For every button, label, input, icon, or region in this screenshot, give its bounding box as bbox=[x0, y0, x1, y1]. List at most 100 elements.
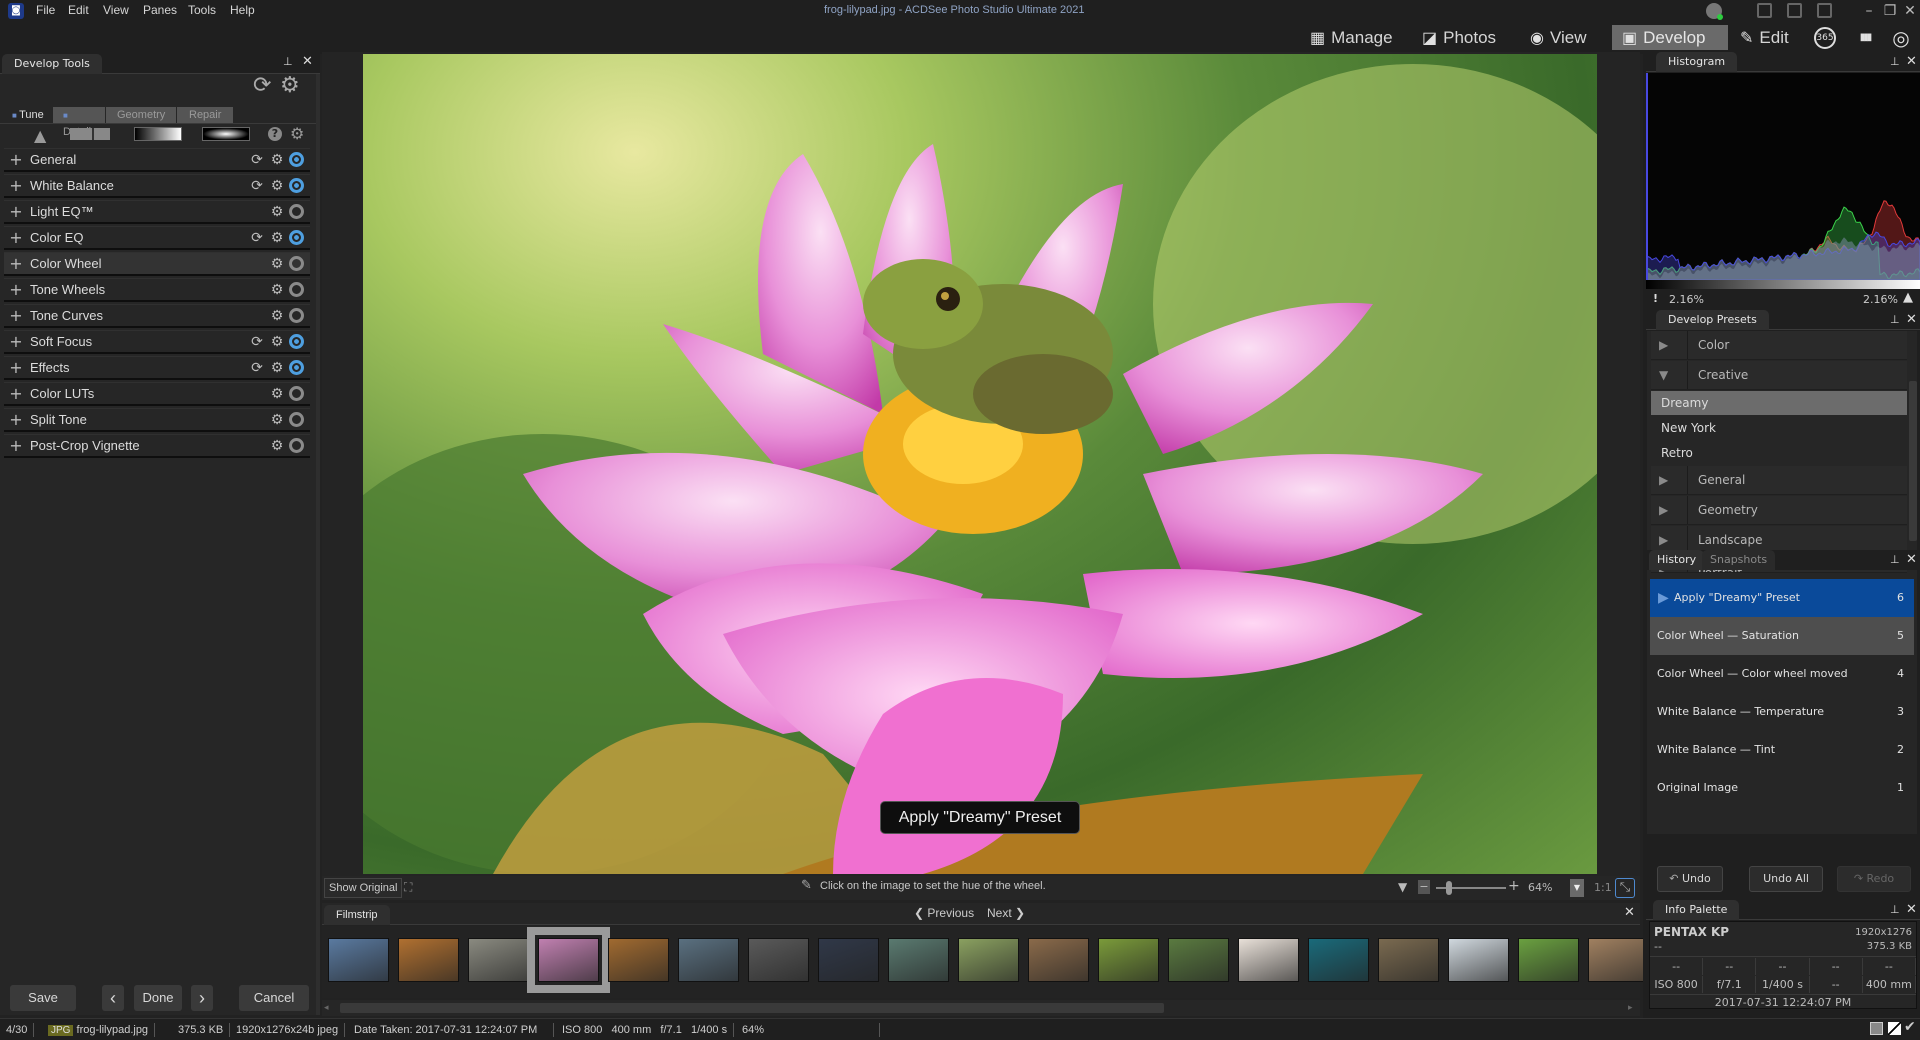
zoom-menu-icon[interactable]: ▼ bbox=[1398, 880, 1407, 894]
filmstrip-thumb-pug-bw[interactable] bbox=[748, 938, 809, 982]
expand-icon[interactable]: + bbox=[8, 437, 24, 454]
settings-icon[interactable]: ⚙ bbox=[267, 384, 287, 404]
tool-row-soft-focus[interactable]: + Soft Focus ⟳ ⚙ bbox=[4, 330, 310, 354]
settings-menu-icon[interactable]: ⚙ bbox=[280, 74, 306, 98]
preset-group-color[interactable]: ▶ Color bbox=[1651, 331, 1907, 360]
mode-edit[interactable]: ✎ Edit bbox=[1730, 25, 1799, 50]
close-icon[interactable]: ✕ bbox=[302, 54, 313, 69]
filmstrip-thumb-tigers[interactable] bbox=[608, 938, 669, 982]
history-item[interactable]: White Balance — Temperature 3 bbox=[1650, 693, 1914, 731]
tool-settings-icon[interactable]: ⚙ bbox=[290, 124, 304, 143]
mode-manage[interactable]: ▦ Manage bbox=[1300, 25, 1403, 50]
tool-row-post-crop-vignette[interactable]: + Post-Crop Vignette ⚙ bbox=[4, 434, 310, 458]
tab-history[interactable]: History bbox=[1649, 550, 1705, 570]
pin-icon[interactable]: ⊥ bbox=[1890, 553, 1900, 566]
filmstrip-thumb-flamingo[interactable] bbox=[678, 938, 739, 982]
expand-icon[interactable]: + bbox=[8, 281, 24, 298]
settings-icon[interactable]: ⚙ bbox=[267, 358, 287, 378]
undo-button[interactable]: ↶ Undo bbox=[1657, 866, 1723, 892]
tab-tune[interactable]: ■ Tune bbox=[2, 107, 54, 123]
tab-geometry[interactable]: Geometry bbox=[106, 107, 176, 123]
menu-edit[interactable]: Edit bbox=[68, 3, 89, 17]
expand-icon[interactable]: + bbox=[8, 203, 24, 220]
close-icon[interactable]: ✕ bbox=[1906, 902, 1917, 917]
redo-button[interactable]: ↷ Redo bbox=[1837, 866, 1911, 892]
warning-icon[interactable]: ▲ bbox=[34, 126, 46, 145]
linear-gradient-icon[interactable] bbox=[134, 127, 182, 141]
filmstrip-thumb-whale[interactable] bbox=[1308, 938, 1369, 982]
history-item[interactable]: Original Image 1 bbox=[1650, 769, 1914, 807]
previous-button[interactable]: ❮ Previous bbox=[914, 906, 974, 920]
enable-toggle-icon[interactable] bbox=[289, 256, 304, 271]
photo-canvas[interactable] bbox=[363, 54, 1597, 874]
enable-toggle-icon[interactable] bbox=[289, 412, 304, 427]
layout-left-pane-icon[interactable] bbox=[1757, 3, 1772, 18]
minimize-button[interactable]: – bbox=[1860, 2, 1878, 20]
help-icon[interactable]: ? bbox=[268, 127, 282, 141]
filmstrip-thumb-pug[interactable] bbox=[1238, 938, 1299, 982]
history-item[interactable]: Color Wheel — Saturation 5 bbox=[1650, 617, 1914, 655]
tool-row-white-balance[interactable]: + White Balance ⟳ ⚙ bbox=[4, 174, 310, 198]
mode-view[interactable]: ◉ View bbox=[1520, 25, 1597, 50]
accept-check-icon[interactable]: ✔ bbox=[1904, 1019, 1916, 1035]
zoom-out-button[interactable]: − bbox=[1418, 880, 1430, 894]
fit-to-window-icon[interactable]: ⤡ bbox=[1615, 878, 1635, 898]
menu-help[interactable]: Help bbox=[230, 3, 255, 17]
scroll-left-icon[interactable]: ◂ bbox=[324, 1003, 329, 1013]
mode-develop[interactable]: ▣ Develop bbox=[1612, 25, 1728, 50]
filmstrip-thumb-puppy-in-box[interactable] bbox=[398, 938, 459, 982]
zoom-dropdown-button[interactable]: ▼ bbox=[1570, 879, 1584, 897]
close-icon[interactable]: ✕ bbox=[1906, 54, 1917, 69]
reset-icon[interactable]: ⟳ bbox=[247, 358, 267, 378]
menu-file[interactable]: File bbox=[36, 3, 55, 17]
enable-toggle-icon[interactable] bbox=[289, 308, 304, 323]
tool-row-general[interactable]: + General ⟳ ⚙ bbox=[4, 148, 310, 172]
panel-tab-info-palette[interactable]: Info Palette bbox=[1653, 900, 1740, 920]
close-icon[interactable]: ✕ bbox=[1906, 312, 1917, 327]
expand-icon[interactable]: + bbox=[8, 151, 24, 168]
compare-icon[interactable] bbox=[1888, 1022, 1901, 1035]
tab-repair[interactable]: Repair bbox=[177, 107, 233, 123]
filmstrip-thumb-orcas[interactable] bbox=[328, 938, 389, 982]
expand-icon[interactable]: + bbox=[8, 333, 24, 350]
filmstrip-scrollbar[interactable]: ◂ ▸ bbox=[322, 1000, 1640, 1016]
next-image-button[interactable]: › bbox=[191, 985, 213, 1011]
layout-bottom-pane-icon[interactable] bbox=[1787, 3, 1802, 18]
cancel-button[interactable]: Cancel bbox=[239, 985, 309, 1011]
expand-icon[interactable]: + bbox=[8, 229, 24, 246]
settings-icon[interactable]: ⚙ bbox=[267, 436, 287, 456]
reset-icon[interactable]: ⟳ bbox=[247, 176, 267, 196]
enable-toggle-icon[interactable] bbox=[289, 360, 304, 375]
settings-icon[interactable]: ⚙ bbox=[267, 332, 287, 352]
actual-size-button[interactable]: 1:1 bbox=[1594, 881, 1612, 894]
show-original-button[interactable]: Show Original bbox=[324, 878, 403, 898]
pin-icon[interactable]: ⊥ bbox=[283, 55, 293, 68]
close-window-button[interactable]: ✕ bbox=[1901, 2, 1919, 20]
dashboard-icon[interactable]: ▮▮▮ bbox=[1852, 26, 1878, 50]
eye-toggle-icon[interactable]: ◎ bbox=[1888, 26, 1914, 50]
done-button[interactable]: Done bbox=[134, 985, 182, 1011]
preset-group-creative[interactable]: ▼ Creative bbox=[1651, 361, 1907, 390]
menu-panes[interactable]: Panes bbox=[143, 3, 177, 17]
enable-toggle-icon[interactable] bbox=[289, 230, 304, 245]
expand-icon[interactable]: + bbox=[8, 359, 24, 376]
filmstrip-thumb-elephants[interactable] bbox=[1378, 938, 1439, 982]
panel-tab-develop-tools[interactable]: Develop Tools bbox=[2, 54, 102, 74]
tool-row-color-wheel[interactable]: + Color Wheel ⚙ bbox=[4, 252, 310, 276]
highlight-clip-warning-icon[interactable]: ▲ bbox=[1903, 290, 1913, 305]
tool-row-color-eq[interactable]: + Color EQ ⟳ ⚙ bbox=[4, 226, 310, 250]
reset-icon[interactable]: ⟳ bbox=[247, 150, 267, 170]
user-account-icon[interactable] bbox=[1706, 3, 1723, 20]
brush-icon[interactable] bbox=[70, 128, 110, 140]
enable-toggle-icon[interactable] bbox=[289, 178, 304, 193]
filmstrip-thumb-penguins[interactable] bbox=[818, 938, 879, 982]
next-button[interactable]: Next ❯ bbox=[987, 906, 1025, 920]
settings-icon[interactable]: ⚙ bbox=[267, 228, 287, 248]
reset-icon[interactable]: ⟳ bbox=[247, 228, 267, 248]
settings-icon[interactable]: ⚙ bbox=[267, 176, 287, 196]
menu-view[interactable]: View bbox=[103, 3, 129, 17]
reset-icon[interactable]: ⟳ bbox=[247, 332, 267, 352]
scrollbar-thumb[interactable] bbox=[340, 1003, 1164, 1013]
enable-toggle-icon[interactable] bbox=[289, 386, 304, 401]
preset-item-retro[interactable]: Retro bbox=[1651, 441, 1907, 465]
